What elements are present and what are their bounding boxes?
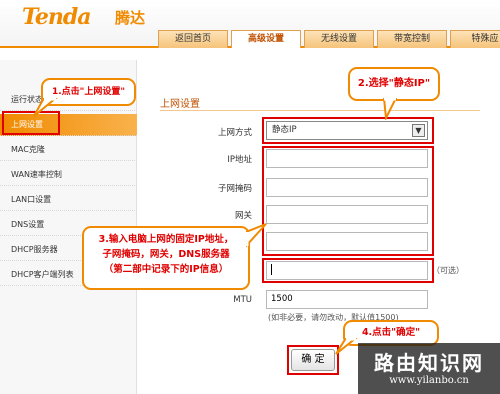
callout-step3-line3: （第二部中记录下的IP信息）	[103, 264, 229, 275]
tab-bandwidth[interactable]: 带宽控制	[377, 30, 447, 48]
callout-step2-tail	[382, 98, 398, 120]
tab-advanced[interactable]: 高级设置	[231, 30, 301, 48]
sidebar-item-lan[interactable]: LAN口设置	[0, 189, 137, 211]
mode-label: 上网方式	[217, 128, 252, 138]
highlight-dns-field	[262, 258, 434, 283]
header: Tenda 腾达 返回首页 高级设置 无线设置 带宽控制 特殊应	[0, 0, 500, 48]
highlight-confirm-button	[287, 345, 339, 375]
gateway-label: 网关	[234, 211, 252, 221]
callout-step3-line2: 子网掩码，网关，DNS服务器	[102, 249, 230, 260]
mask-label: 子网掩码	[217, 184, 252, 194]
watermark-url: www.yilanbo.cn	[389, 375, 469, 386]
mtu-label: MTU	[233, 295, 252, 305]
top-tabs: 返回首页 高级设置 无线设置 带宽控制 特殊应	[158, 30, 500, 48]
sidebar-item-wan-speed[interactable]: WAN速率控制	[0, 164, 137, 186]
brand-logo-cn: 腾达	[115, 9, 146, 27]
callout-step3: 3.输入电脑上网的固定IP地址， 子网掩码，网关，DNS服务器 （第二部中记录下…	[82, 226, 250, 290]
callout-step3-tail	[246, 223, 267, 248]
highlight-mode-select	[262, 117, 434, 144]
mtu-input[interactable]: 1500	[266, 290, 428, 309]
callout-step3-line1: 3.输入电脑上网的固定IP地址，	[98, 234, 234, 245]
section-divider	[160, 110, 480, 111]
ip-label: IP地址	[227, 155, 252, 165]
tab-wireless[interactable]: 无线设置	[304, 30, 374, 48]
watermark-title: 路由知识网	[374, 351, 484, 375]
dns-optional-note: （可选）	[432, 266, 464, 275]
tab-home[interactable]: 返回首页	[158, 30, 228, 48]
callout-step4-tail	[335, 338, 358, 355]
tab-special[interactable]: 特殊应	[450, 30, 500, 48]
callout-step1-tail	[33, 98, 58, 117]
callout-step2: 2.选择"静态IP"	[348, 67, 440, 101]
brand-logo: Tenda	[22, 4, 91, 30]
section-title: 上网设置	[160, 99, 200, 110]
sidebar-item-mac-clone[interactable]: MAC克隆	[0, 139, 137, 161]
watermark: 路由知识网 www.yilanbo.cn	[358, 343, 500, 394]
highlight-ip-fields	[262, 146, 434, 256]
